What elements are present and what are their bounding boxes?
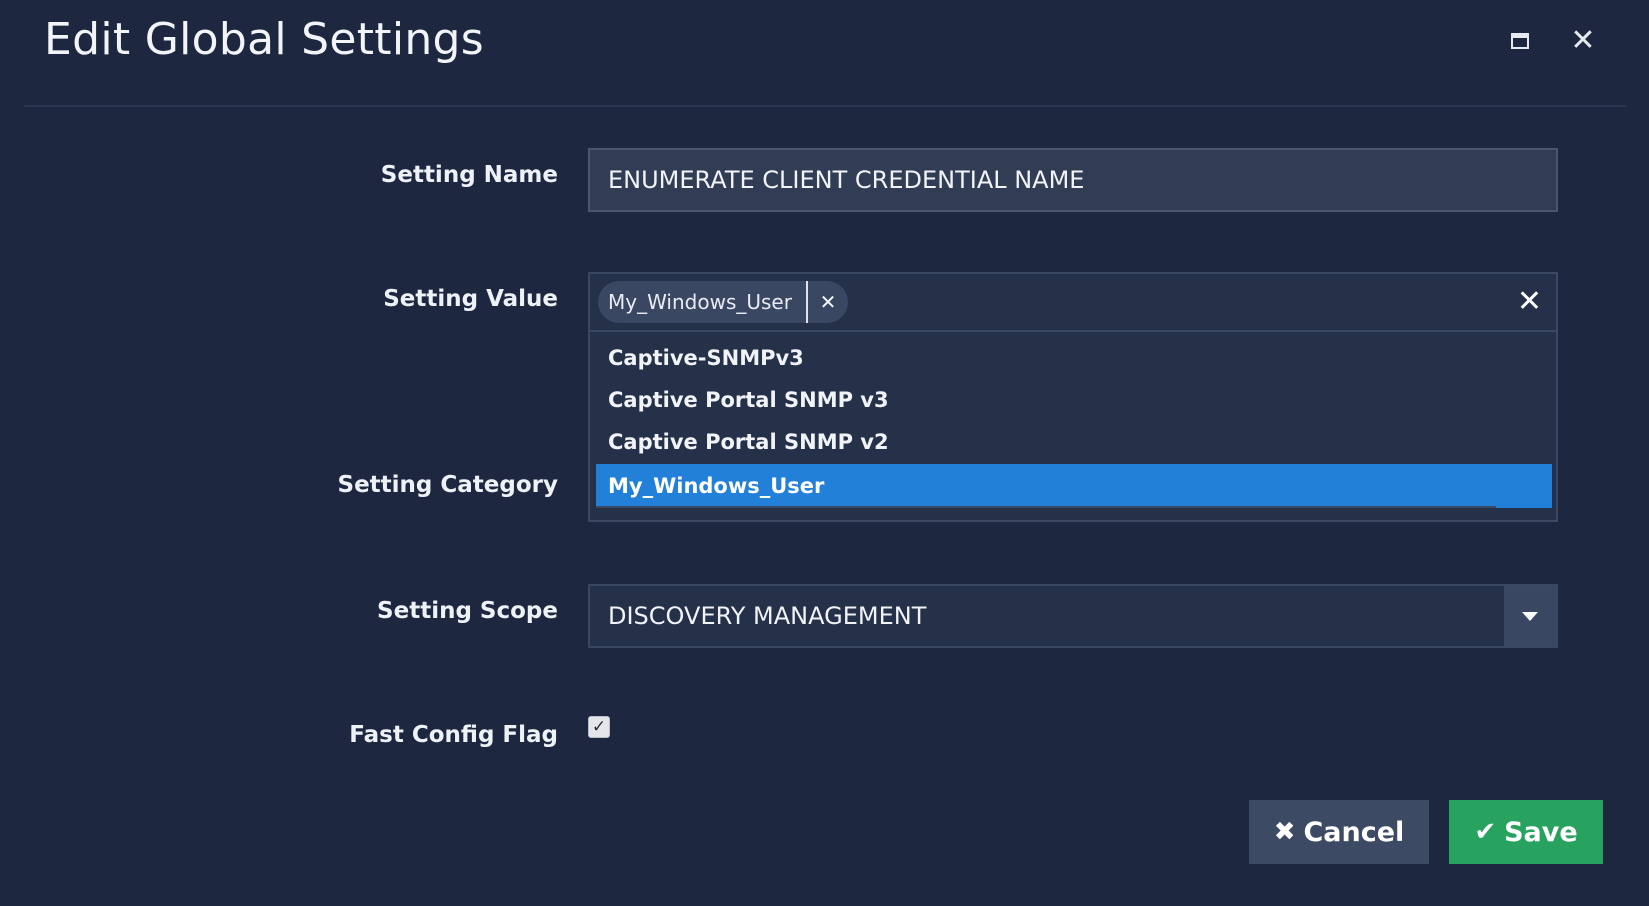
save-button-label: Save (1504, 816, 1578, 848)
edit-global-settings-dialog: Edit Global Settings ✕ Setting Name Sett… (0, 0, 1649, 906)
dropdown-option-captive-snmpv3[interactable]: Captive-SNMPv3 (596, 336, 1552, 380)
header-divider (24, 105, 1626, 107)
cancel-button[interactable]: ✖ Cancel (1249, 800, 1429, 864)
close-icon: ✕ (1570, 23, 1596, 58)
setting-scope-value: DISCOVERY MANAGEMENT (608, 602, 927, 630)
maximize-icon (1511, 33, 1529, 49)
setting-name-label: Setting Name (380, 162, 558, 188)
selected-value-chip: My_Windows_User ✕ (598, 281, 848, 323)
caret-down-icon (1522, 611, 1538, 621)
dropdown-option-captive-portal-snmp-v3[interactable]: Captive Portal SNMP v3 (596, 378, 1552, 422)
setting-scope-select[interactable]: DISCOVERY MANAGEMENT (588, 584, 1558, 648)
setting-value-dropdown-list: Captive-SNMPv3 Captive Portal SNMP v3 Ca… (588, 332, 1558, 522)
dropdown-option-my-windows-user[interactable]: My_Windows_User (596, 464, 1552, 508)
setting-scope-dropdown-toggle[interactable] (1504, 586, 1556, 646)
fast-config-flag-label: Fast Config Flag (349, 722, 558, 748)
dropdown-option-captive-portal-snmp-v2[interactable]: Captive Portal SNMP v2 (596, 420, 1552, 464)
setting-name-input[interactable] (588, 148, 1558, 212)
dialog-title: Edit Global Settings (44, 14, 485, 65)
chip-label: My_Windows_User (608, 290, 792, 314)
cancel-button-label: Cancel (1303, 816, 1405, 848)
clear-selection-icon[interactable]: ✕ (1517, 286, 1542, 318)
fast-config-flag-checkbox[interactable]: ✓ (588, 716, 610, 738)
maximize-button[interactable] (1503, 24, 1537, 58)
setting-value-multiselect[interactable]: My_Windows_User ✕ ✕ (588, 272, 1558, 332)
cancel-x-icon: ✖ (1273, 817, 1296, 847)
setting-category-label: Setting Category (337, 472, 558, 498)
save-check-icon: ✔ (1474, 817, 1497, 847)
chip-remove-icon[interactable]: ✕ (808, 290, 848, 314)
setting-value-label: Setting Value (383, 286, 558, 312)
save-button[interactable]: ✔ Save (1449, 800, 1603, 864)
checkmark-icon: ✓ (591, 716, 607, 737)
dropdown-bottom-edge (596, 506, 1496, 508)
close-button[interactable]: ✕ (1566, 24, 1600, 58)
setting-scope-label: Setting Scope (377, 598, 558, 624)
